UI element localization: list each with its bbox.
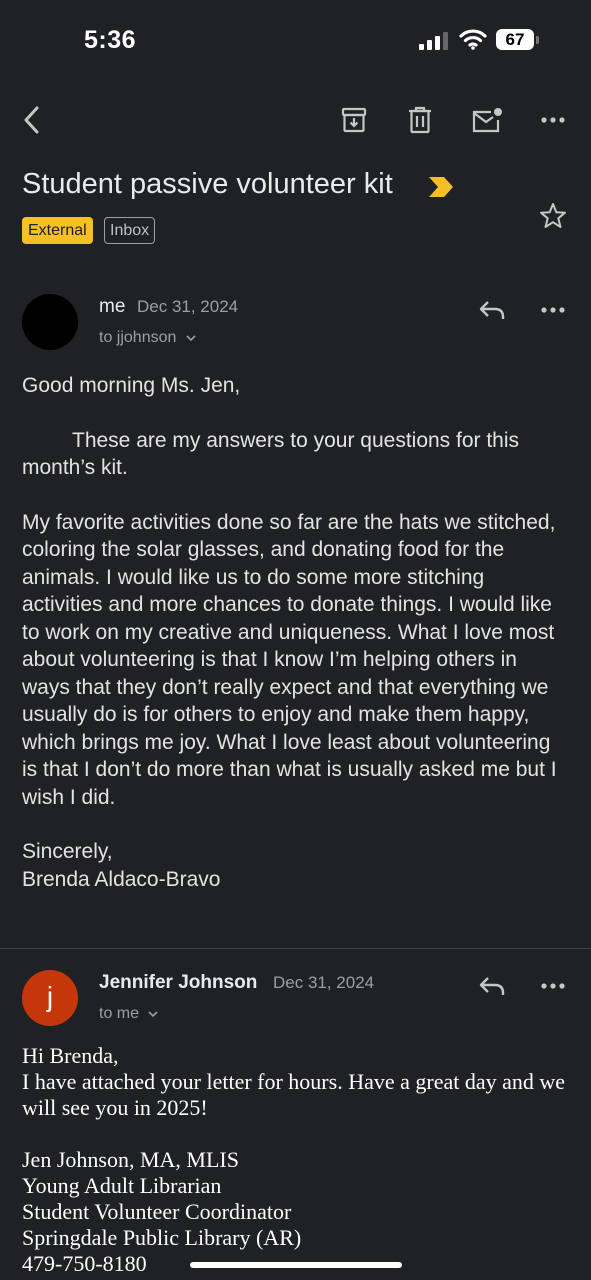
email-subject: Student passive volunteer kit [22,168,393,200]
reply-button[interactable] [474,968,510,1004]
more-horizontal-icon [541,983,565,989]
message-body: Good morning Ms. Jen, These are my answe… [22,372,567,893]
body-paragraph: I have attached your letter for hours. H… [22,1069,566,1120]
back-button[interactable] [13,102,49,138]
chevron-down-icon [148,1011,159,1018]
signature-organization: Springdale Public Library (AR) [22,1225,302,1250]
wifi-icon [459,29,487,50]
battery-level: 67 [496,29,534,50]
closing: Sincerely, [22,840,113,863]
signature-name: Jen Johnson, MA, MLIS [22,1147,239,1172]
recipient-toggle[interactable]: to jjohnson [99,329,197,347]
message-date: Dec 31, 2024 [137,297,239,316]
more-horizontal-icon [541,117,565,123]
archive-icon [341,107,367,133]
mark-unread-button[interactable] [469,102,505,138]
recipient-toggle[interactable]: to me [99,1005,159,1023]
reply-button[interactable] [474,292,510,328]
delete-button[interactable] [402,102,438,138]
star-icon[interactable] [538,201,568,231]
home-indicator[interactable] [190,1262,402,1268]
greeting: Hi Brenda, [22,1043,119,1068]
sender-name: me [99,296,126,317]
recipient-text: to jjohnson [99,329,177,346]
more-horizontal-icon [541,307,565,313]
trash-icon [409,106,431,134]
chevron-down-icon [186,335,196,342]
mail-unread-icon [472,108,502,133]
message-divider [0,948,591,949]
archive-button[interactable] [336,102,372,138]
arrow-back-icon [24,106,39,134]
avatar[interactable] [22,294,78,350]
inbox-label[interactable]: Inbox [104,217,156,244]
message-date: Dec 31, 2024 [273,973,375,992]
status-time: 5:36 [84,26,137,54]
external-label: External [22,217,93,244]
greeting: Good morning Ms. Jen, [22,374,241,397]
body-paragraph: These are my answers to your questions f… [22,428,520,480]
cellular-signal-icon [419,32,448,50]
more-options-button[interactable] [535,102,571,138]
message-body: Hi Brenda, I have attached your letter f… [22,1043,582,1277]
sender-name: Jennifer Johnson [99,972,258,993]
message-more-button[interactable] [535,968,571,1004]
importance-marker-icon[interactable] [428,176,454,198]
reply-icon [479,301,505,319]
battery-indicator: 67 [496,29,540,51]
signature-title: Young Adult Librarian [22,1173,222,1198]
signature: Brenda Aldaco-Bravo [22,867,221,891]
body-paragraph: My favorite activities done so far are t… [22,510,557,809]
recipient-text: to me [99,1005,140,1022]
battery-tip [536,36,539,44]
reply-icon [479,977,505,995]
avatar[interactable]: j [22,970,78,1026]
message-more-button[interactable] [535,292,571,328]
signature-title: Student Volunteer Coordinator [22,1199,292,1224]
